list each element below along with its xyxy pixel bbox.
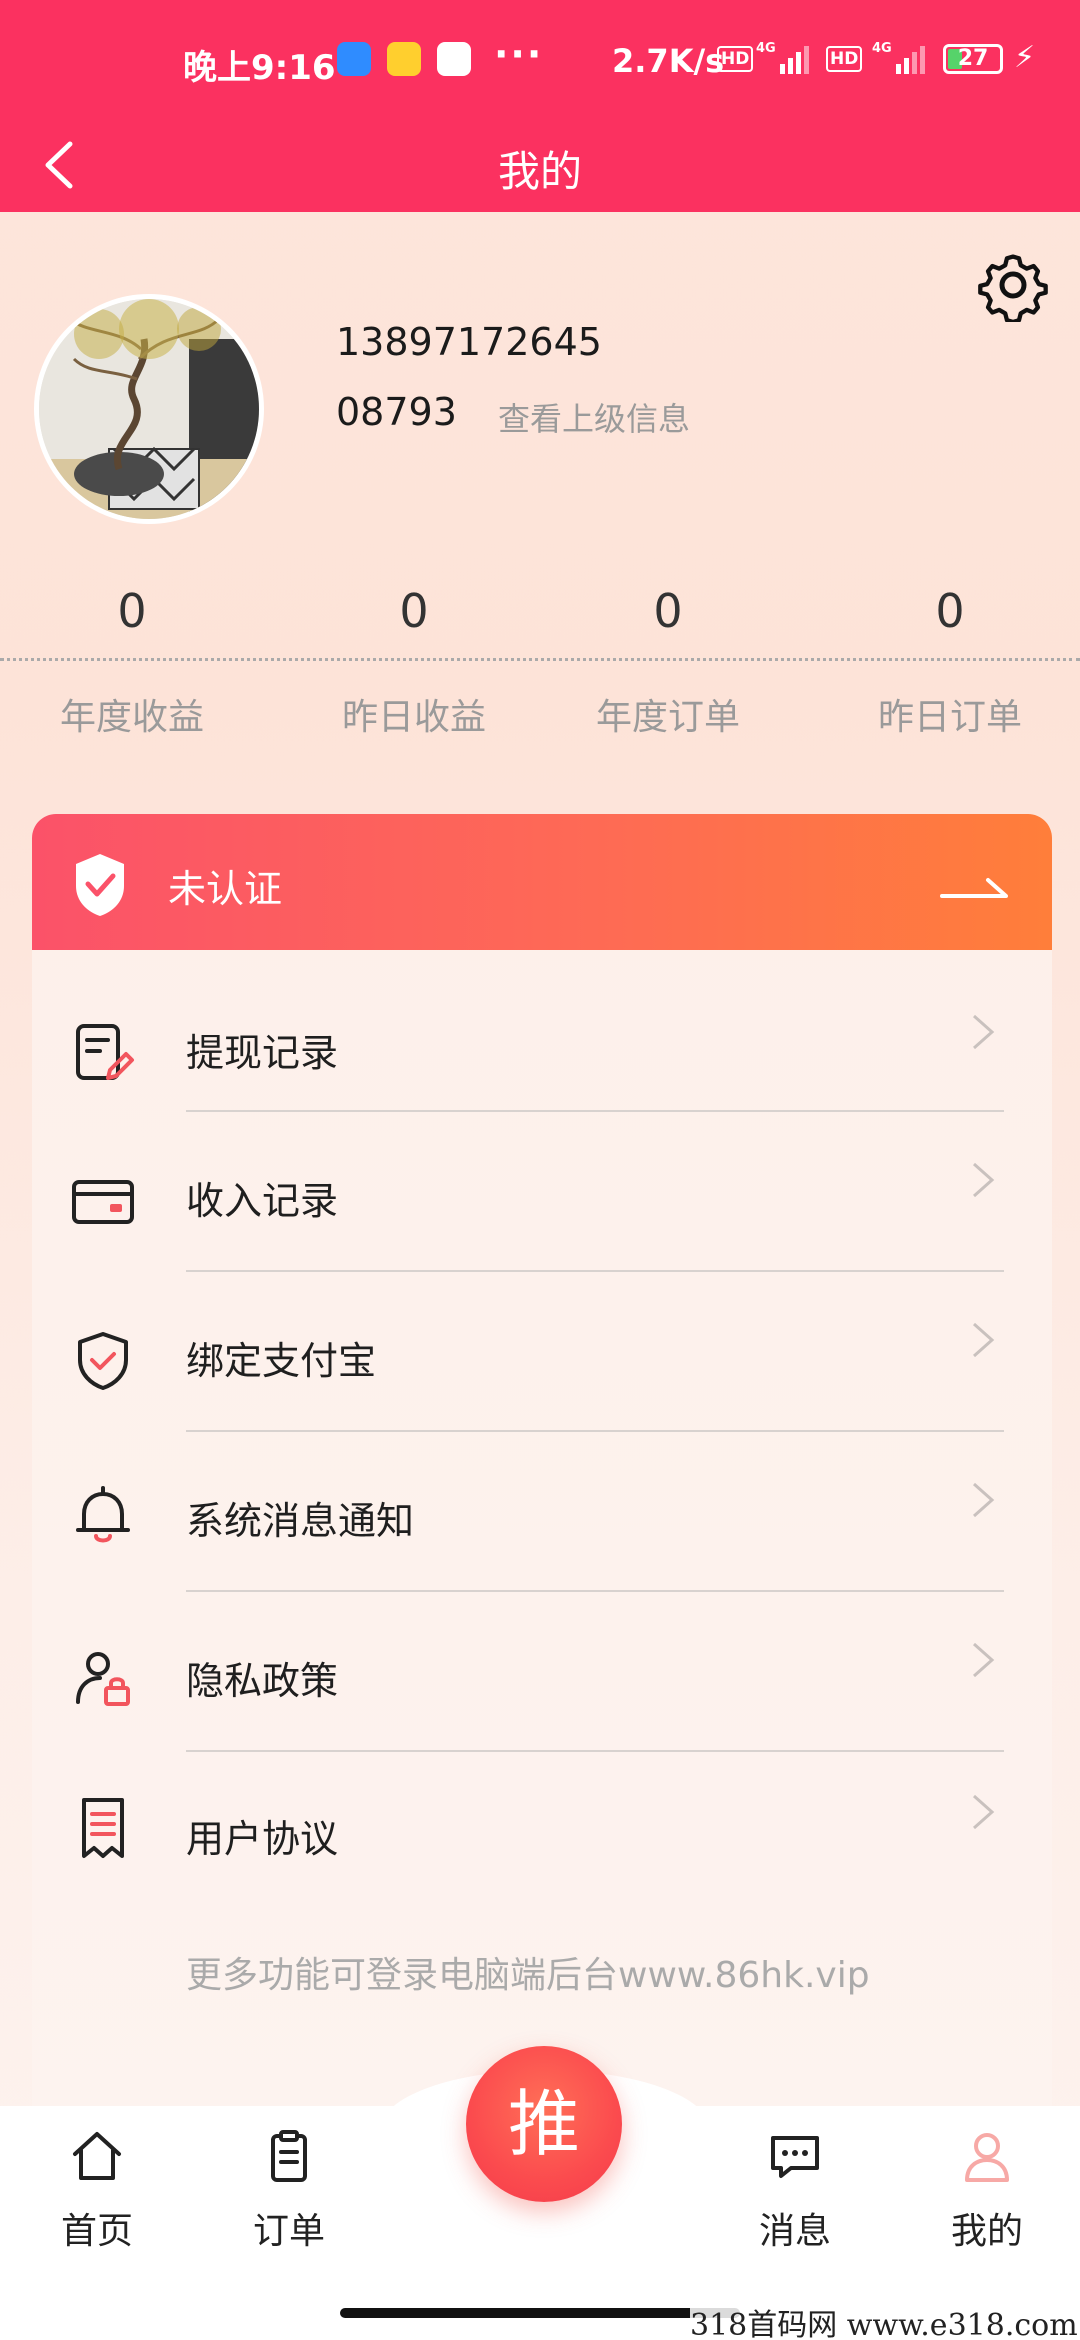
nav-messages-label: 消息 — [758, 2211, 831, 2252]
verification-banner[interactable]: 未认证 — [32, 814, 1052, 950]
clipboard-icon — [271, 2130, 307, 2182]
chat-bubble-icon — [771, 2136, 819, 2178]
chevron-right-icon — [973, 1014, 995, 1050]
menu-divider — [186, 1110, 1004, 1112]
stat-annual-orders-value: 0 — [653, 584, 683, 638]
home-indicator[interactable] — [340, 2308, 740, 2318]
shield-check-icon — [78, 1332, 128, 1390]
stats-divider — [0, 658, 1080, 661]
avatar[interactable] — [34, 294, 264, 524]
video-notification-icon — [437, 42, 471, 76]
menu-item-income-record[interactable]: 收入记录 — [32, 1162, 1052, 1320]
nav-messages[interactable]: 消息 — [720, 2128, 870, 2258]
nav-home[interactable]: 首页 — [22, 2128, 172, 2258]
signal-icon-2: 4G — [872, 41, 925, 74]
app-notification-icon — [337, 42, 371, 76]
nav-orders-label: 订单 — [252, 2211, 325, 2252]
menu-divider — [186, 1590, 1004, 1592]
menu-label-privacy-policy: 隐私政策 — [186, 1659, 339, 1703]
menu-label-system-notification: 系统消息通知 — [186, 1499, 415, 1543]
nav-orders[interactable]: 订单 — [214, 2128, 364, 2258]
menu-item-privacy-policy[interactable]: 隐私政策 — [32, 1642, 1052, 1800]
chevron-right-icon — [973, 1482, 995, 1518]
income-card-icon — [72, 1180, 134, 1224]
nav-mine-label: 我的 — [950, 2211, 1023, 2252]
withdraw-record-icon — [76, 1024, 134, 1080]
stat-yesterday-orders-value: 0 — [935, 584, 965, 638]
stat-annual-orders-label: 年度订单 — [595, 697, 740, 738]
user-lock-icon — [76, 1652, 130, 1706]
verified-shield-icon — [76, 854, 124, 916]
user-profile-icon — [965, 2133, 1009, 2182]
footer-note: 更多功能可登录电脑端后台www.86hk.vip — [186, 1955, 870, 1996]
chevron-right-icon — [973, 1322, 995, 1358]
receipt-icon — [82, 1798, 124, 1858]
menu-item-withdraw-record[interactable]: 提现记录 — [32, 1010, 1052, 1160]
weibo-notification-icon — [387, 42, 421, 76]
bell-icon — [76, 1486, 130, 1543]
network-type-label-2: 4G — [872, 41, 892, 56]
push-button[interactable]: 推 — [466, 2046, 622, 2202]
menu-item-bind-alipay[interactable]: 绑定支付宝 — [32, 1322, 1052, 1480]
more-notifications-icon: ··· — [494, 32, 544, 76]
network-type-label: 4G — [756, 41, 776, 56]
stat-annual-income-value: 0 — [117, 584, 147, 638]
status-time: 晚上9:16 — [183, 48, 336, 88]
page-title: 我的 — [497, 147, 582, 196]
nav-mine[interactable]: 我的 — [912, 2128, 1062, 2258]
view-superior-link[interactable]: 查看上级信息 — [498, 394, 690, 440]
watermark: 318首码网 www.e318.com — [690, 2300, 1078, 2340]
chevron-right-icon — [973, 1642, 995, 1678]
stat-yesterday-income-label: 昨日收益 — [341, 697, 486, 738]
menu-divider — [186, 1750, 1004, 1752]
menu-item-user-agreement[interactable]: 用户协议 — [32, 1794, 1052, 1960]
verification-status: 未认证 — [168, 867, 283, 911]
user-id: 08793 — [336, 390, 457, 434]
nav-home-label: 首页 — [60, 2211, 133, 2252]
hd-badge-2: HD — [826, 46, 863, 72]
stat-yesterday-income-value: 0 — [399, 584, 429, 638]
arrow-right-icon — [940, 878, 1008, 898]
home-icon — [73, 2132, 121, 2180]
charging-icon: ⚡ — [1014, 40, 1036, 75]
signal-icon: 4G — [756, 41, 809, 74]
menu-label-income-record: 收入记录 — [186, 1179, 339, 1223]
bonsai-avatar-image — [39, 299, 259, 519]
chevron-right-icon — [973, 1162, 995, 1198]
chevron-right-icon — [973, 1794, 995, 1830]
stat-yesterday-orders-label: 昨日订单 — [877, 697, 1022, 738]
menu-label-withdraw-record: 提现记录 — [186, 1031, 339, 1075]
hd-badge: HD — [717, 46, 754, 72]
app-header: 我的 — [0, 120, 1080, 212]
menu-label-bind-alipay: 绑定支付宝 — [186, 1339, 377, 1383]
menu-item-system-notification[interactable]: 系统消息通知 — [32, 1482, 1052, 1640]
gear-icon[interactable] — [976, 248, 1050, 322]
battery-percent: 27 — [957, 46, 989, 71]
menu-card: 未认证 提现记录 收入记录 绑定支付宝 系统消息通知 隐私政策 用户协议 更多功… — [32, 814, 1052, 2134]
battery-icon: 27 — [943, 44, 1003, 74]
network-speed: 2.7K/s — [612, 42, 725, 80]
menu-divider — [186, 1270, 1004, 1272]
stat-annual-income-label: 年度收益 — [59, 697, 204, 738]
menu-label-user-agreement: 用户协议 — [186, 1817, 339, 1861]
menu-divider — [186, 1430, 1004, 1432]
user-phone: 13897172645 — [336, 320, 602, 364]
status-bar: 晚上9:16 ··· 2.7K/s HD 4G HD 4G 27 ⚡ — [0, 0, 1080, 120]
